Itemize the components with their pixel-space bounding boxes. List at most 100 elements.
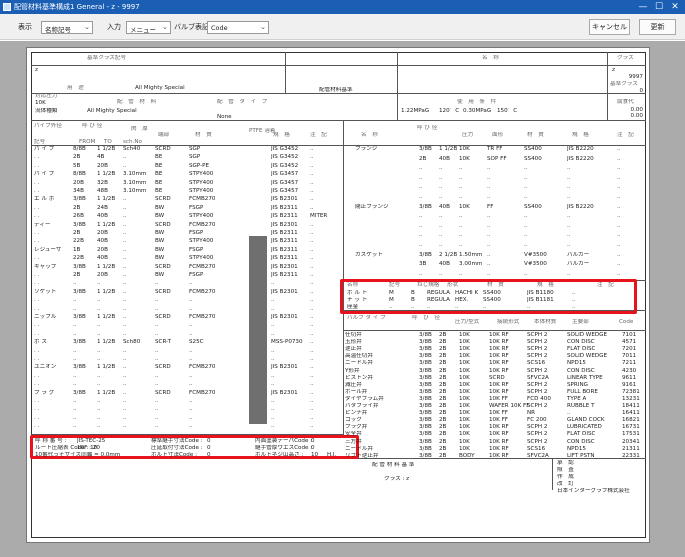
- update-button[interactable]: 更新: [639, 19, 676, 35]
- vt-row-trim: SOLID WEDGE: [567, 332, 608, 338]
- lt-row-from: 3/8B: [73, 288, 86, 295]
- vt-row-conn: 10K RF: [489, 367, 509, 374]
- rt-row-from: ..: [419, 165, 423, 172]
- bolt-row-thread: B: [411, 290, 415, 296]
- vt-row-rating: BODY: [459, 452, 475, 459]
- lt-row-from: 34B: [73, 188, 84, 194]
- lt-row-end: BW: [155, 213, 165, 220]
- lt-row-std: JIS B2301: [271, 389, 298, 396]
- lt-row-to: 20B: [97, 162, 108, 169]
- vt-row-trim: LINEAR TYPE: [567, 374, 603, 381]
- lt-row-from: 3/8B: [73, 221, 86, 228]
- vt-row-rating: 10K: [459, 353, 470, 360]
- note-cell: 標準継手寸法Code :: [151, 438, 203, 444]
- lt-row-end: ..: [155, 297, 159, 304]
- rt-row-mat: ..: [524, 165, 528, 172]
- lt-row-to: ..: [97, 372, 101, 379]
- rt-row-from: ..: [419, 184, 423, 191]
- vt-row-from: 3/8B: [419, 332, 432, 338]
- rt-header-name: 名 称: [361, 132, 378, 138]
- rt-row-rating: ..: [459, 222, 463, 229]
- lt-row-to: ..: [97, 406, 101, 413]
- lt-row-to: ..: [97, 414, 101, 421]
- valve-select[interactable]: Code ⌄: [207, 21, 269, 34]
- lt-row-mat: STPY400: [189, 179, 214, 186]
- vt-row-code: 16411: [622, 410, 640, 417]
- lt-row-from: 2B: [73, 230, 81, 236]
- lt-row-std: JIS B2311: [271, 272, 298, 278]
- lt-row-std: JIS B2311: [271, 213, 298, 220]
- standard-class-label: 基準クラス記号: [87, 55, 127, 61]
- rt-row-face: ..: [487, 270, 491, 277]
- vt-row-conn: 10K FF: [489, 410, 508, 417]
- rt-row-face: ..: [487, 261, 491, 268]
- vt-row-to: 2B: [439, 445, 447, 452]
- display-select[interactable]: 名称記号 ⌄: [41, 21, 93, 34]
- lt-row-from: ..: [73, 297, 77, 304]
- close-button[interactable]: ✕: [668, 1, 682, 13]
- piping-std-label: 配管材料基準: [319, 87, 353, 93]
- rt-row-std: ..: [567, 184, 571, 191]
- class-number: 9997: [628, 74, 643, 80]
- vt-row-from: 3/8B: [419, 424, 432, 431]
- lt-row-std: ..: [271, 398, 275, 404]
- rt-row-note: ..: [617, 155, 621, 162]
- lt-row-end: BW: [155, 246, 165, 253]
- app-icon: [3, 3, 11, 11]
- lt-row-from: 20B: [73, 179, 84, 186]
- lt-row-mat: ..: [189, 330, 193, 337]
- lt-row-mat: STPY400: [189, 238, 214, 245]
- lt-row-note: ..: [310, 221, 314, 228]
- rt-row-std: ..: [567, 270, 571, 277]
- vt-row-rating: 10K: [459, 424, 470, 431]
- lt-row-std: JIS B2311: [271, 246, 298, 253]
- input-select[interactable]: メニュー ⌄: [126, 21, 171, 34]
- rt-row-rating: ..: [459, 165, 463, 172]
- lt-header-wall: 肉 厚: [131, 126, 148, 132]
- lt-row-mat: FSGP: [189, 272, 204, 278]
- vt-row-from: 3/8B: [419, 353, 432, 360]
- lt-row-item: . .: [34, 230, 40, 236]
- note-cell: H.I.: [327, 452, 337, 458]
- rt-header-facing: 面形: [492, 132, 504, 138]
- rt-row-to: ..: [439, 165, 443, 172]
- rt-row-face: ..: [487, 174, 491, 181]
- vt-row-name: リフト逆止弁: [345, 452, 379, 459]
- vt-row-name: 減圧弁: [345, 381, 362, 388]
- vt-row-body: SCPH 2: [527, 353, 548, 360]
- vt-row-from: 3/8B: [419, 374, 432, 381]
- lt-row-to: 48B: [97, 188, 108, 194]
- lt-row-note: ..: [310, 196, 314, 203]
- lt-row-wall: ..: [123, 372, 127, 379]
- vt-row-rating: 10K: [459, 445, 470, 452]
- sign-create: 作 成: [557, 474, 574, 480]
- lt-row-from: 3/8B: [73, 196, 86, 203]
- bolt-row-type: HEX.: [455, 297, 469, 303]
- base-class-value: 0: [639, 88, 643, 94]
- vt-row-code: 72381: [622, 388, 640, 395]
- rt-row-rating: 3.00mm: [459, 261, 483, 268]
- lt-row-note: ..: [310, 246, 314, 253]
- lt-sub-to: TO: [104, 139, 112, 145]
- lt-row-item: . .: [34, 381, 40, 388]
- lt-row-to: ..: [97, 280, 101, 287]
- cancel-button[interactable]: キャンセル: [589, 19, 630, 35]
- lt-row-item: パ イ プ: [34, 146, 55, 152]
- material-label: 配 管 材 料: [117, 99, 157, 105]
- bolt-header-cell: 注 記: [597, 282, 614, 288]
- lt-row-from: ..: [73, 406, 77, 413]
- vt-row-trim: ..: [567, 410, 571, 417]
- maximize-button[interactable]: ☐: [652, 1, 666, 13]
- lt-row-mat: ..: [189, 372, 193, 379]
- lt-row-to: 1 1/2B: [97, 263, 116, 270]
- vt-row-rating: 10K: [459, 438, 470, 445]
- lt-row-mat: STPY400: [189, 188, 214, 194]
- lt-row-item: . .: [34, 162, 40, 169]
- lt-row-std: ..: [271, 330, 275, 337]
- lt-row-end: ..: [155, 347, 159, 354]
- lt-row-item: . .: [34, 330, 40, 337]
- minimize-button[interactable]: —: [636, 1, 650, 13]
- rt-row-rating: ..: [459, 194, 463, 200]
- lt-row-std: ..: [271, 322, 275, 329]
- vt-row-name: ニードル弁: [345, 445, 373, 452]
